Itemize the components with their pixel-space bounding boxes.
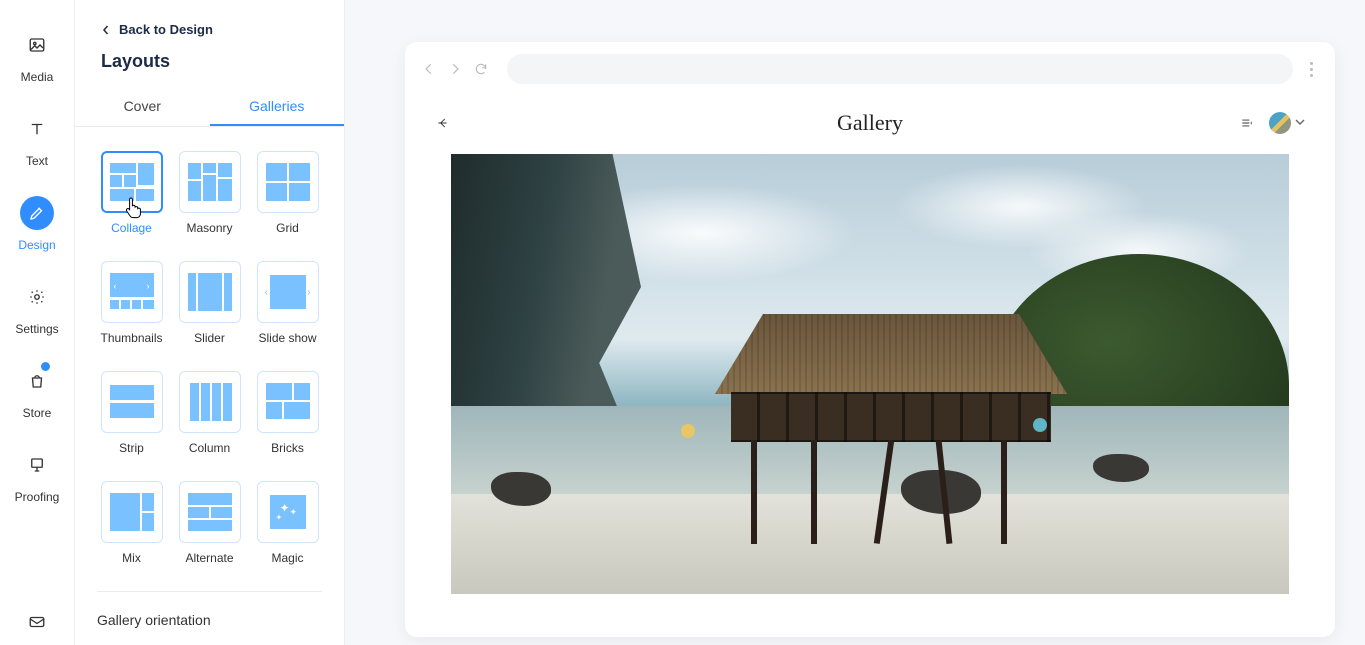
layout-thumb bbox=[179, 481, 241, 543]
proofing-icon bbox=[20, 448, 54, 482]
gallery-title: Gallery bbox=[837, 110, 903, 136]
sidebar-label: Text bbox=[26, 154, 48, 168]
layout-label: Mix bbox=[122, 551, 141, 565]
layouts-grid: Collage Masonry bbox=[97, 151, 322, 565]
divider bbox=[97, 591, 322, 592]
layout-label: Magic bbox=[271, 551, 303, 565]
layout-thumb bbox=[257, 371, 319, 433]
sidebar-item-store[interactable]: Store bbox=[20, 364, 54, 420]
layout-slideshow[interactable]: ‹ › Slide show bbox=[256, 261, 320, 345]
browser-toolbar bbox=[405, 42, 1335, 96]
gear-icon bbox=[20, 280, 54, 314]
preview-browser: Gallery bbox=[405, 42, 1335, 637]
layout-thumb bbox=[179, 371, 241, 433]
layout-label: Alternate bbox=[185, 551, 233, 565]
sidebar-item-proofing[interactable]: Proofing bbox=[15, 448, 60, 504]
layouts-panel: Back to Design Layouts Cover Galleries bbox=[75, 0, 345, 645]
sidebar-label: Store bbox=[23, 406, 52, 420]
chevron-left-icon bbox=[101, 25, 111, 35]
sidebar-label: Proofing bbox=[15, 490, 60, 504]
gallery-back-button[interactable] bbox=[435, 115, 451, 131]
layout-alternate[interactable]: Alternate bbox=[178, 481, 242, 565]
cursor-pointer-icon bbox=[125, 197, 143, 224]
text-icon bbox=[20, 112, 54, 146]
avatar bbox=[1269, 112, 1291, 134]
layout-collage[interactable]: Collage bbox=[100, 151, 164, 235]
layout-thumb bbox=[179, 261, 241, 323]
browser-back-button[interactable] bbox=[421, 61, 437, 77]
layout-thumb: ‹ › bbox=[257, 261, 319, 323]
layout-masonry[interactable]: Masonry bbox=[178, 151, 242, 235]
radio-horizontal[interactable]: Horizontal bbox=[97, 640, 322, 645]
panel-body: Collage Masonry bbox=[75, 127, 344, 645]
orientation-label: Gallery orientation bbox=[97, 612, 322, 628]
layout-label: Grid bbox=[276, 221, 299, 235]
tab-cover[interactable]: Cover bbox=[75, 86, 210, 126]
layout-grid[interactable]: Grid bbox=[256, 151, 320, 235]
browser-reload-button[interactable] bbox=[473, 61, 489, 77]
sidebar-label: Design bbox=[18, 238, 55, 252]
layout-label: Column bbox=[189, 441, 230, 455]
sidebar-item-settings[interactable]: Settings bbox=[15, 280, 58, 336]
layout-thumb: ‹ › bbox=[101, 261, 163, 323]
sidebar-label: Media bbox=[21, 70, 54, 84]
layout-strip[interactable]: Strip bbox=[100, 371, 164, 455]
layout-thumb: ✦ ✦ ✦ bbox=[257, 481, 319, 543]
panel-tabs: Cover Galleries bbox=[75, 86, 344, 127]
layout-label: Strip bbox=[119, 441, 144, 455]
sidebar-item-mail[interactable] bbox=[20, 605, 54, 639]
layout-thumb bbox=[101, 481, 163, 543]
chevron-down-icon bbox=[1295, 114, 1305, 132]
avatar-menu[interactable] bbox=[1269, 112, 1305, 134]
mail-icon bbox=[20, 605, 54, 639]
layout-thumb bbox=[101, 371, 163, 433]
pencil-icon bbox=[20, 196, 54, 230]
layout-bricks[interactable]: Bricks bbox=[256, 371, 320, 455]
layout-label: Slide show bbox=[258, 331, 316, 345]
tab-galleries[interactable]: Galleries bbox=[210, 86, 345, 126]
layout-mix[interactable]: Mix bbox=[100, 481, 164, 565]
panel-header: Back to Design Layouts bbox=[75, 0, 344, 86]
layout-thumb bbox=[257, 151, 319, 213]
sidebar-item-text[interactable]: Text bbox=[20, 112, 54, 168]
gallery-image bbox=[451, 154, 1289, 594]
back-label: Back to Design bbox=[119, 22, 213, 37]
layout-thumb bbox=[179, 151, 241, 213]
layout-label: Masonry bbox=[186, 221, 232, 235]
primary-sidebar: Media Text Design Settings Store Proofin… bbox=[0, 0, 75, 645]
panel-title: Layouts bbox=[101, 51, 318, 72]
layout-slider[interactable]: Slider bbox=[178, 261, 242, 345]
gallery-header: Gallery bbox=[405, 96, 1335, 154]
browser-forward-button[interactable] bbox=[447, 61, 463, 77]
layout-label: Slider bbox=[194, 331, 225, 345]
layout-label: Collage bbox=[111, 221, 152, 235]
preview-area: Gallery bbox=[345, 0, 1365, 645]
browser-menu-button[interactable] bbox=[1303, 62, 1319, 77]
layout-label: Thumbnails bbox=[100, 331, 162, 345]
layout-magic[interactable]: ✦ ✦ ✦ Magic bbox=[256, 481, 320, 565]
layout-label: Bricks bbox=[271, 441, 304, 455]
notification-dot bbox=[41, 362, 50, 371]
sidebar-item-design[interactable]: Design bbox=[18, 196, 55, 252]
back-button[interactable]: Back to Design bbox=[101, 22, 318, 37]
sidebar-item-media[interactable]: Media bbox=[20, 28, 54, 84]
layout-thumb bbox=[101, 151, 163, 213]
layout-thumbnails[interactable]: ‹ › Thumbnails bbox=[100, 261, 164, 345]
sidebar-label: Settings bbox=[15, 322, 58, 336]
list-view-icon[interactable] bbox=[1239, 115, 1255, 131]
layout-column[interactable]: Column bbox=[178, 371, 242, 455]
image-icon bbox=[20, 28, 54, 62]
browser-url-bar[interactable] bbox=[507, 54, 1293, 84]
